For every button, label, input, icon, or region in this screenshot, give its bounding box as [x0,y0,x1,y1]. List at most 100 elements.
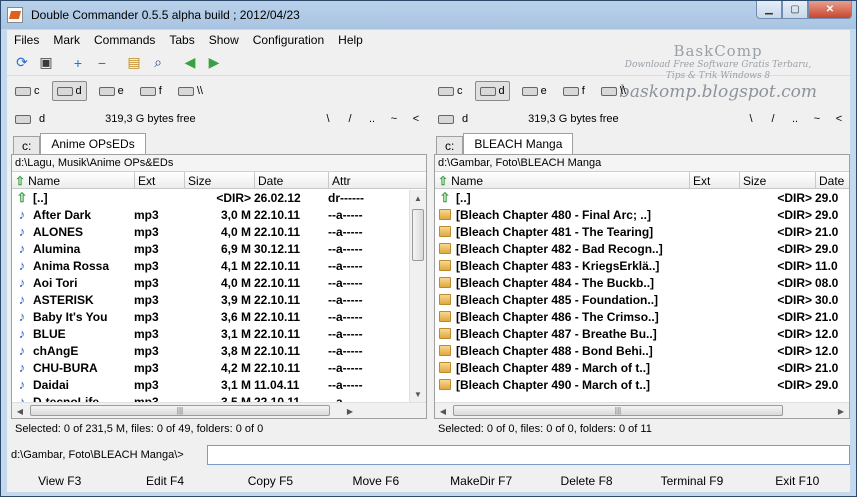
file-row[interactable]: ♪ Baby It's You mp3 3,6 M 22.10.11 --a----- [12,308,409,325]
fkey-view-button[interactable]: View F3 [7,470,112,492]
home-dir-button[interactable]: ~ [806,113,828,125]
fkey-move-button[interactable]: Move F6 [323,470,428,492]
scroll-down-icon[interactable]: ▼ [410,386,426,403]
column-header-date[interactable]: Date [254,172,328,189]
scroll-up-icon[interactable]: ▲ [410,190,426,207]
drive-button-c[interactable]: c [11,81,44,101]
scroll-right-icon[interactable]: ▶ [342,403,358,419]
scroll-thumb[interactable]: ||| [30,405,330,416]
file-row[interactable]: ♪ ASTERISK mp3 3,9 M 22.10.11 --a----- [12,291,409,308]
column-header-date[interactable]: Date [815,172,855,189]
drive-button-f[interactable]: f [559,81,589,101]
parent-button[interactable]: .. [361,113,383,125]
arrow-right-icon[interactable]: ▶ [203,52,225,74]
fkey-makedir-button[interactable]: MakeDir F7 [429,470,534,492]
minus-icon[interactable]: − [91,52,113,74]
drive-button-f[interactable]: f [136,81,166,101]
column-header-name[interactable]: ⇧ Name [435,172,689,189]
file-row[interactable]: ♪ ALONES mp3 4,0 M 22.10.11 --a----- [12,223,409,240]
plus-icon[interactable]: + [67,52,89,74]
root-button[interactable]: \ [740,113,762,125]
close-button[interactable]: ✕ [808,1,852,19]
file-row[interactable]: [Bleach Chapter 487 - Breathe Bu..] <DIR>… [435,325,849,342]
menu-configuration[interactable]: Configuration [246,33,331,47]
right-horizontal-scrollbar[interactable]: ◀ ||| ▶ [435,402,849,418]
title-bar[interactable]: Double Commander 0.5.5 alpha build ; 201… [1,1,856,29]
drive-button-d[interactable]: d [474,81,510,101]
file-row[interactable]: ♪ After Dark mp3 3,0 M 22.10.11 --a----- [12,206,409,223]
menu-mark[interactable]: Mark [46,33,87,47]
home-dir-button[interactable]: ~ [383,113,405,125]
file-row[interactable]: [Bleach Chapter 489 - March of t..] <DIR>… [435,359,849,376]
column-header-ext[interactable]: Ext [689,172,739,189]
tab-folder[interactable]: Anime OPsEDs [40,133,146,154]
column-header-size[interactable]: Size [739,172,815,189]
right-file-list[interactable]: ⇧ [..] <DIR> 29.0 [Bleach Chapter 480 - Fina… [435,189,849,402]
file-row[interactable]: ♪ BLUE mp3 3,1 M 22.10.11 --a----- [12,325,409,342]
file-row[interactable]: [Bleach Chapter 482 - Bad Recogn..] <DIR>… [435,240,849,257]
root-button[interactable]: \ [317,113,339,125]
column-header-size[interactable]: Size [184,172,254,189]
file-row[interactable]: ♪ Aoi Tori mp3 4,0 M 22.10.11 --a----- [12,274,409,291]
file-row[interactable]: ♪ Anima Rossa mp3 4,1 M 22.10.11 --a----- [12,257,409,274]
file-row[interactable]: ⇧ [..] <DIR> 26.02.12 dr------ [12,189,409,206]
file-row[interactable]: [Bleach Chapter 488 - Bond Behi..] <DIR> 1… [435,342,849,359]
drive-button-e[interactable]: e [518,81,551,101]
column-header-name[interactable]: ⇧ Name [12,172,134,189]
menu-show[interactable]: Show [202,33,246,47]
refresh-icon[interactable]: ⟳ [11,52,33,74]
file-row[interactable]: [Bleach Chapter 480 - Final Arc; ..] <DIR… [435,206,849,223]
fkey-exit-button[interactable]: Exit F10 [745,470,850,492]
command-input[interactable] [207,445,850,465]
parent-button[interactable]: .. [784,113,806,125]
drive-button-network[interactable]: \\ [174,81,207,101]
tab-drive-c[interactable]: c: [436,136,464,154]
tab-folder[interactable]: BLEACH Manga [463,133,574,154]
file-row[interactable]: [Bleach Chapter 485 - Foundation..] <DIR>… [435,291,849,308]
file-row[interactable]: ⇧ [..] <DIR> 29.0 [435,189,849,206]
file-row[interactable]: [Bleach Chapter 484 - The Buckb..] <DIR> 0… [435,274,849,291]
history-button[interactable]: < [828,113,850,125]
column-header-ext[interactable]: Ext [134,172,184,189]
scroll-left-icon[interactable]: ◀ [12,403,28,419]
scroll-left-icon[interactable]: ◀ [435,403,451,419]
menu-commands[interactable]: Commands [87,33,162,47]
drive-button-e[interactable]: e [95,81,128,101]
file-row[interactable]: ♪ chAngE mp3 3,8 M 22.10.11 --a----- [12,342,409,359]
folder-tree-icon[interactable]: ▤ [123,52,145,74]
maximize-button[interactable]: ▢ [782,1,808,19]
home-button[interactable]: / [762,113,784,125]
search-icon[interactable]: ⌕ [147,52,169,74]
fkey-copy-button[interactable]: Copy F5 [218,470,323,492]
fkey-terminal-button[interactable]: Terminal F9 [639,470,744,492]
minimize-button[interactable]: ▁ [756,1,782,19]
scroll-thumb[interactable] [412,209,424,261]
fkey-delete-button[interactable]: Delete F8 [534,470,639,492]
file-row[interactable]: [Bleach Chapter 481 - The Tearing] <DIR> 2… [435,223,849,240]
scroll-right-icon[interactable]: ▶ [833,403,849,419]
home-button[interactable]: / [339,113,361,125]
file-row[interactable]: ♪ Daidai mp3 3,1 M 11.04.11 --a----- [12,376,409,393]
menu-help[interactable]: Help [331,33,370,47]
fkey-edit-button[interactable]: Edit F4 [112,470,217,492]
scroll-thumb[interactable]: ||| [453,405,783,416]
file-row[interactable]: ♪ CHU-BURA mp3 4,2 M 22.10.11 --a----- [12,359,409,376]
file-row[interactable]: [Bleach Chapter 486 - The Crimso..] <DIR>… [435,308,849,325]
arrow-left-icon[interactable]: ◀ [179,52,201,74]
file-row[interactable]: ♪ Alumina mp3 6,9 M 30.12.11 --a----- [12,240,409,257]
menu-files[interactable]: Files [7,33,46,47]
file-row[interactable]: ♪ D-tecnoLife mp3 3,5 M 22.10.11 --a----- [12,393,409,402]
left-vertical-scrollbar[interactable]: ▲ ▼ [409,190,426,403]
left-current-path[interactable]: d:\Lagu, Musik\Anime OPs&EDs [12,155,426,172]
menu-tabs[interactable]: Tabs [162,33,201,47]
column-header-attr[interactable]: Attr [328,172,409,189]
drive-button-network[interactable]: \\ [597,81,630,101]
file-row[interactable]: [Bleach Chapter 483 - KriegsErklä..] <DIR… [435,257,849,274]
tab-drive-c[interactable]: c: [13,136,41,154]
drive-button-d[interactable]: d [51,81,87,101]
left-file-list[interactable]: ⇧ [..] <DIR> 26.02.12 dr------ ♪ After Dark mp3… [12,189,409,403]
history-button[interactable]: < [405,113,427,125]
terminal-icon[interactable]: ▣ [35,52,57,74]
left-horizontal-scrollbar[interactable]: ◀ ||| ▶ [12,402,426,418]
drive-button-c[interactable]: c [434,81,467,101]
